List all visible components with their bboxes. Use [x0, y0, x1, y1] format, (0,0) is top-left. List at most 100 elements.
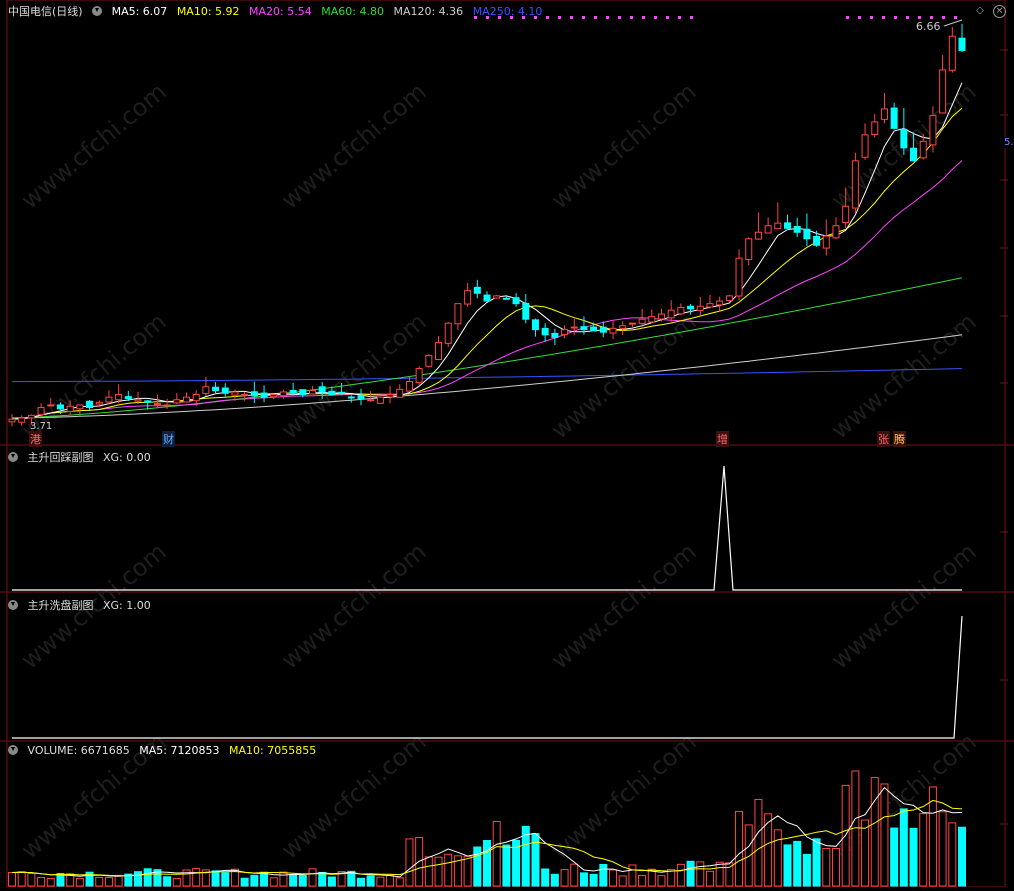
candle-body	[86, 400, 94, 409]
volume-bar	[541, 868, 550, 887]
volume-bar	[560, 869, 569, 887]
signal-dot	[954, 16, 957, 19]
candle-body	[628, 322, 636, 325]
panel3-header: 主升洗盘副图 XG: 1.00	[8, 597, 157, 613]
event-marker-gang[interactable]: 港	[29, 431, 42, 447]
candle-body	[425, 355, 433, 367]
signal-dot	[906, 16, 909, 19]
candle-body	[910, 147, 918, 162]
candle-body	[512, 297, 520, 305]
volume-bar	[579, 872, 588, 887]
ma10-label: MA10: 5.92	[176, 5, 240, 18]
candle-body	[735, 257, 743, 297]
watermark-text: www.cfchi.com	[546, 537, 702, 674]
candle-body	[687, 305, 695, 310]
signal-dot	[858, 16, 861, 19]
candle-body	[405, 381, 413, 392]
watermark-text: www.cfchi.com	[546, 77, 702, 214]
volume-bar	[948, 822, 957, 887]
event-marker-cai[interactable]: 财	[162, 431, 175, 447]
candle-body	[784, 222, 792, 229]
event-marker-zhang[interactable]: 张	[877, 431, 890, 447]
volume-bar	[599, 863, 608, 887]
volume-bar	[221, 872, 230, 887]
candle-body	[570, 326, 578, 329]
candle-body	[473, 286, 481, 294]
diamond-icon[interactable]: ◇	[976, 5, 984, 16]
dropdown-icon[interactable]	[8, 600, 18, 610]
volume-bar	[793, 840, 802, 887]
watermark-text: www.cfchi.com	[276, 77, 432, 214]
volume-bar	[502, 844, 511, 887]
watermark-text: www.cfchi.com	[276, 307, 432, 444]
volume-bar	[754, 799, 763, 887]
candle-body	[716, 300, 724, 306]
candle-body	[890, 107, 898, 129]
ma10-line	[11, 107, 963, 420]
volume-bar	[17, 871, 26, 887]
signal-dot	[642, 16, 645, 19]
candle-body	[221, 387, 229, 394]
candle-body	[153, 403, 161, 406]
volume-bar	[550, 873, 559, 887]
candle-body	[745, 238, 753, 261]
candle-body	[948, 35, 956, 71]
signal-dot	[654, 16, 657, 19]
volume-bar	[289, 874, 298, 887]
volume-bar	[395, 877, 404, 887]
volume-bar	[134, 871, 143, 887]
panel4-header: VOLUME: 6671685 MA5: 7120853 MA10: 70558…	[8, 744, 322, 757]
dropdown-icon[interactable]	[8, 452, 18, 462]
candle-body	[124, 396, 132, 399]
candle-body	[279, 391, 287, 397]
volume-bar	[104, 877, 113, 887]
volume-bar	[492, 821, 501, 887]
candle-body	[115, 394, 123, 401]
volume-bar	[211, 870, 220, 887]
event-marker-zeng[interactable]: 增	[716, 431, 729, 447]
signal-dot	[930, 16, 933, 19]
candle-body	[95, 401, 103, 405]
signal-dot	[894, 16, 897, 19]
watermark-text: www.cfchi.com	[826, 307, 982, 444]
candle-body	[822, 235, 830, 249]
volume-bar	[628, 864, 637, 887]
candle-body	[173, 399, 181, 404]
volume-bar	[909, 827, 918, 887]
candle-body	[851, 160, 859, 209]
candle-body	[328, 390, 336, 396]
volume-bar	[657, 875, 666, 887]
candle-body	[764, 225, 772, 234]
high-price-label: 6.66	[916, 20, 941, 33]
candle-body	[435, 342, 443, 360]
volume-bar	[260, 871, 269, 887]
dropdown-icon[interactable]	[8, 745, 18, 755]
watermark-text: www.cfchi.com	[276, 537, 432, 674]
dropdown-icon[interactable]	[92, 6, 103, 16]
volume-bar	[570, 863, 579, 887]
signal-dot	[570, 16, 573, 19]
watermark-text: www.cfchi.com	[826, 537, 982, 674]
ma5-line	[11, 82, 963, 420]
candle-body	[842, 205, 850, 223]
volume-bar	[366, 875, 375, 887]
volume-bar	[356, 877, 365, 887]
volume-bar	[831, 847, 840, 887]
close-icon[interactable]: ×	[993, 5, 1006, 18]
volume-bar	[890, 827, 899, 887]
signal-dot	[594, 16, 597, 19]
candle-body	[250, 391, 258, 397]
volume-ma5: MA5: 7120853	[139, 744, 220, 757]
volume-bar	[192, 867, 201, 887]
panel3-name: 主升洗盘副图	[27, 599, 94, 612]
candle-body	[192, 394, 200, 402]
volume-bar	[434, 856, 443, 887]
volume-bar	[958, 826, 966, 887]
candle-body	[299, 389, 307, 396]
candle-body	[37, 407, 45, 416]
ma120-label: MA120: 4.36	[393, 5, 464, 18]
candle-body	[231, 391, 239, 396]
candle-body	[18, 417, 26, 423]
ma60-label: MA60: 4.80	[321, 5, 384, 18]
event-marker-teng[interactable]: 腾	[893, 431, 906, 447]
